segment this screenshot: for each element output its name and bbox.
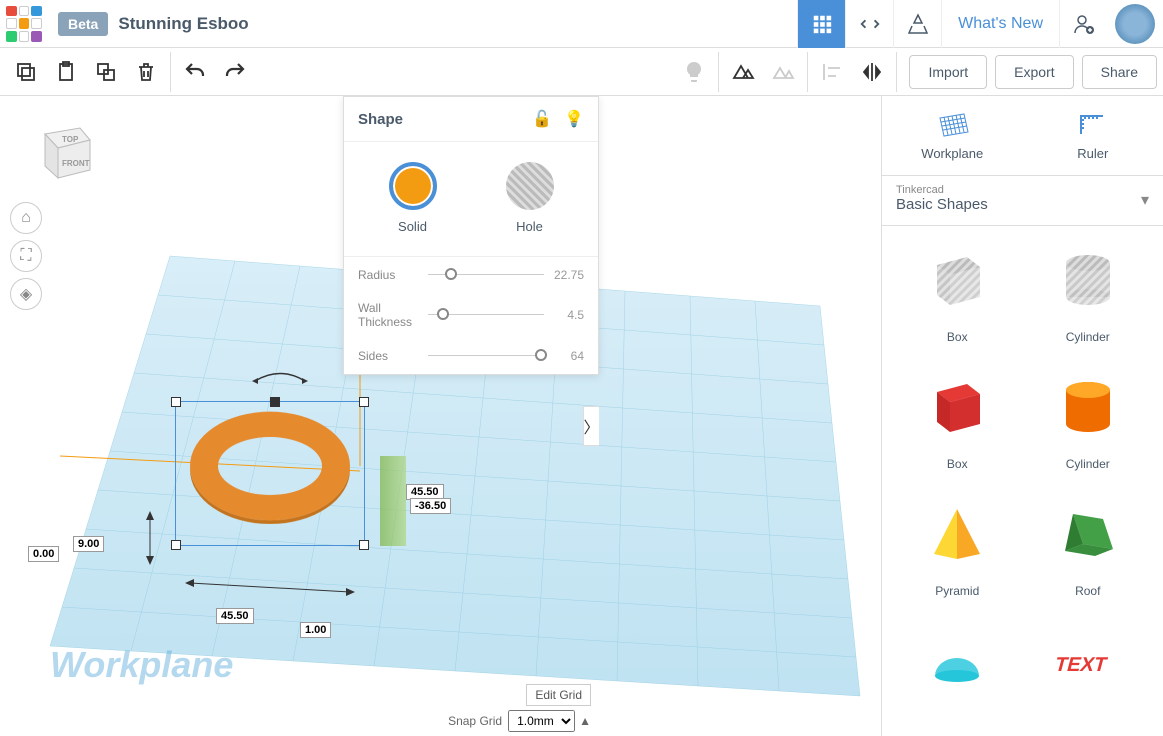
prop-slider[interactable] xyxy=(428,305,544,325)
visibility-button[interactable] xyxy=(674,52,714,92)
shape-panel-title: Shape xyxy=(358,111,403,128)
dim-zero[interactable]: 0.00 xyxy=(28,546,59,562)
tinkercad-logo[interactable] xyxy=(0,0,48,48)
shape-roof[interactable]: Roof xyxy=(1027,494,1150,613)
dim-z[interactable]: 9.00 xyxy=(73,536,104,552)
redo-button[interactable] xyxy=(215,52,255,92)
mirror-button[interactable] xyxy=(852,52,892,92)
ruler-tool[interactable]: Ruler xyxy=(1023,96,1163,175)
workplane-watermark: Workplane xyxy=(50,644,233,686)
snap-grid-select[interactable]: 1.0mm xyxy=(508,710,575,732)
property-row: Sides 64 xyxy=(344,338,598,374)
paste-button[interactable] xyxy=(46,52,86,92)
export-button[interactable]: Export xyxy=(995,55,1073,89)
ungroup-button[interactable] xyxy=(763,52,803,92)
blocks-view-button[interactable] xyxy=(797,0,845,48)
prop-slider[interactable] xyxy=(428,265,544,285)
prop-label: Radius xyxy=(358,268,428,282)
shape-category-dropdown[interactable]: Tinkercad Basic Shapes ▾ xyxy=(882,176,1163,226)
shape-inspector-panel: Shape 🔓 💡 Solid Hole Radius 22.75Wall Th… xyxy=(343,96,599,375)
align-button[interactable] xyxy=(812,52,852,92)
ortho-view-button[interactable]: ◈ xyxy=(10,278,42,310)
dim-neg[interactable]: -36.50 xyxy=(410,498,451,514)
height-arrow xyxy=(135,508,165,568)
shape-half-dome[interactable] xyxy=(896,621,1019,722)
svg-text:FRONT: FRONT xyxy=(62,159,90,168)
prop-label: Sides xyxy=(358,349,428,363)
width-arrow xyxy=(180,568,360,598)
dim-one[interactable]: 1.00 xyxy=(300,622,331,638)
hole-option[interactable]: Hole xyxy=(471,162,588,236)
3d-canvas[interactable]: TOP FRONT ⌂ ⛶ ◈ xyxy=(0,96,881,736)
prop-label: Wall Thickness xyxy=(358,301,428,330)
view-cube[interactable]: TOP FRONT xyxy=(30,116,100,186)
snap-grid-control: Snap Grid 1.0mm ▲ xyxy=(448,710,591,732)
toolbar: Import Export Share xyxy=(0,48,1163,96)
height-gizmo[interactable] xyxy=(380,456,406,546)
shape-box-red[interactable]: Box xyxy=(896,367,1019,486)
collapse-sidebar-tab[interactable]: 〉 xyxy=(583,406,599,446)
solid-option[interactable]: Solid xyxy=(354,162,471,236)
prop-value[interactable]: 64 xyxy=(544,349,584,363)
home-view-button[interactable]: ⌂ xyxy=(10,202,42,234)
duplicate-button[interactable] xyxy=(86,52,126,92)
chevron-down-icon: ▾ xyxy=(1141,190,1149,210)
prop-value[interactable]: 4.5 xyxy=(544,308,584,322)
edit-grid-button[interactable]: Edit Grid xyxy=(526,684,591,706)
undo-button[interactable] xyxy=(175,52,215,92)
shape-cyl-striped[interactable]: Cylinder xyxy=(1027,240,1150,359)
shape-cyl-orange[interactable]: Cylinder xyxy=(1027,367,1150,486)
shape-text[interactable]: TEXT xyxy=(1027,621,1150,722)
invite-user-button[interactable] xyxy=(1059,0,1107,48)
svg-text:TEXT: TEXT xyxy=(1053,654,1110,676)
project-title[interactable]: Stunning Esboo xyxy=(118,14,248,34)
dim-width[interactable]: 45.50 xyxy=(216,608,254,624)
copy-button[interactable] xyxy=(6,52,46,92)
workplane-tool[interactable]: Workplane xyxy=(882,96,1023,175)
app-header: Beta Stunning Esboo What's New xyxy=(0,0,1163,48)
prop-slider[interactable] xyxy=(428,346,544,366)
code-view-button[interactable] xyxy=(845,0,893,48)
fit-view-button[interactable]: ⛶ xyxy=(10,240,42,272)
share-button[interactable]: Share xyxy=(1082,55,1157,89)
minecraft-button[interactable] xyxy=(893,0,941,48)
lightbulb-icon[interactable]: 💡 xyxy=(564,109,584,129)
lock-icon[interactable]: 🔓 xyxy=(532,109,552,129)
property-row: Wall Thickness 4.5 xyxy=(344,293,598,338)
svg-text:TOP: TOP xyxy=(62,135,79,144)
beta-badge: Beta xyxy=(58,12,108,36)
delete-button[interactable] xyxy=(126,52,166,92)
prop-value[interactable]: 22.75 xyxy=(544,268,584,282)
property-row: Radius 22.75 xyxy=(344,257,598,293)
whats-new-link[interactable]: What's New xyxy=(941,0,1059,48)
group-button[interactable] xyxy=(723,52,763,92)
shapes-sidebar: Workplane Ruler Tinkercad Basic Shapes ▾… xyxy=(881,96,1163,736)
shape-pyramid[interactable]: Pyramid xyxy=(896,494,1019,613)
selection-box xyxy=(175,401,365,546)
shape-box-striped[interactable]: Box xyxy=(896,240,1019,359)
rotate-gizmo[interactable] xyxy=(250,366,310,386)
user-avatar[interactable] xyxy=(1115,4,1155,44)
import-button[interactable]: Import xyxy=(909,55,987,89)
